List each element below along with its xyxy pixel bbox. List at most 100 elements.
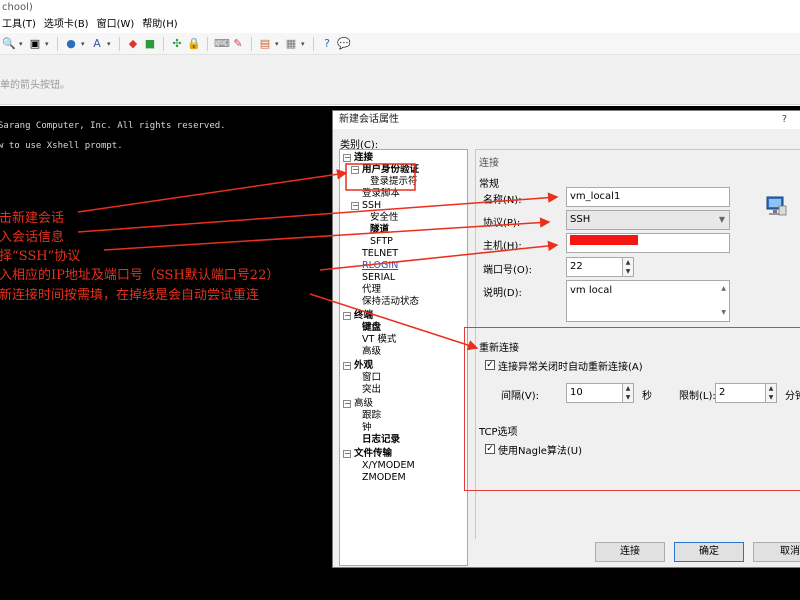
interval-unit: 秒 bbox=[642, 391, 652, 402]
protocol-label: 协议(P): bbox=[483, 218, 521, 229]
tree-item-proxy[interactable]: 代理 bbox=[362, 284, 381, 296]
toolbar: 🔍 ▾ ▣ ▾ ● ▾ A ▾ ◆ ■ ✣ 🔒 ⌨ ✎ ▤ ▾ ▦ ▾ ? 💬 bbox=[0, 33, 800, 55]
keyboard-icon[interactable]: ⌨ bbox=[214, 37, 230, 51]
tree-item-keyboard[interactable]: 键盘 bbox=[362, 322, 381, 334]
scroll-down-icon[interactable]: ▼ bbox=[721, 305, 726, 321]
dialog-titlebar: 新建会话属性 ? bbox=[333, 111, 800, 129]
chevron-down-icon[interactable]: ▾ bbox=[45, 40, 51, 48]
annotation-step-4: 入相应的IP地址及端口号（SSH默认端口号22） bbox=[0, 268, 280, 283]
tree-item-connection[interactable]: 连接 bbox=[354, 152, 373, 164]
chevron-down-icon[interactable]: ▾ bbox=[19, 40, 25, 48]
reconnect-checkbox-label: 连接异常关闭时自动重新连接(A) bbox=[498, 362, 643, 373]
xmanager-icon[interactable]: ■ bbox=[143, 37, 157, 51]
script-icon[interactable]: ▤ bbox=[258, 37, 272, 51]
tree-item-bell[interactable]: 钟 bbox=[362, 422, 372, 434]
limit-unit: 分钟 bbox=[785, 391, 800, 402]
tree-item-file-transfer[interactable]: 文件传输 bbox=[354, 448, 392, 460]
description-textarea[interactable]: vm local ▲ ▼ bbox=[566, 280, 730, 322]
tree-item-rlogin[interactable]: RLOGIN bbox=[362, 260, 398, 272]
toolbar-divider bbox=[163, 36, 164, 51]
toolbar-divider bbox=[119, 36, 120, 51]
limit-stepper[interactable]: ▲ ▼ bbox=[765, 383, 777, 403]
name-label: 名称(N): bbox=[483, 195, 522, 206]
port-input[interactable]: 22 bbox=[566, 257, 624, 277]
tree-item-advanced-2[interactable]: 高级 bbox=[354, 398, 373, 410]
chevron-down-icon[interactable]: ▾ bbox=[275, 40, 281, 48]
tree-item-xymodem[interactable]: X/YMODEM bbox=[362, 460, 415, 472]
collapse-icon[interactable]: − bbox=[343, 362, 351, 370]
computer-icon bbox=[766, 196, 787, 216]
collapse-icon[interactable]: − bbox=[343, 450, 351, 458]
ok-button[interactable]: 确定 bbox=[674, 542, 744, 562]
toolbar-divider bbox=[251, 36, 252, 51]
tree-item-trace[interactable]: 跟踪 bbox=[362, 410, 381, 422]
category-tree[interactable]: − 连接 − 用户身份验证 登录提示符 登录脚本 − SSH 安全性 隧道 SF… bbox=[339, 149, 468, 566]
tree-item-vt-mode[interactable]: VT 模式 bbox=[362, 334, 396, 346]
tree-item-security[interactable]: 安全性 bbox=[370, 212, 399, 224]
help-icon[interactable]: ? bbox=[320, 37, 334, 51]
cancel-button[interactable]: 取消 bbox=[753, 542, 800, 562]
chat-icon[interactable]: 💬 bbox=[337, 37, 351, 51]
annotation-step-2: 入会话信息 bbox=[0, 230, 65, 245]
tree-item-terminal[interactable]: 终端 bbox=[354, 310, 373, 322]
nagle-checkbox[interactable]: ✓ bbox=[485, 444, 495, 454]
search-icon[interactable]: 🔍 bbox=[2, 37, 16, 51]
scroll-up-icon[interactable]: ▲ bbox=[721, 281, 726, 297]
collapse-icon[interactable]: − bbox=[343, 312, 351, 320]
tree-item-window[interactable]: 窗口 bbox=[362, 372, 381, 384]
menu-window[interactable]: 窗口(W) bbox=[95, 16, 141, 33]
window-icon[interactable]: ▣ bbox=[28, 37, 42, 51]
protocol-select[interactable]: SSH ▼ bbox=[566, 210, 730, 230]
chevron-down-icon[interactable]: ▾ bbox=[301, 40, 307, 48]
tree-item-login-prompt[interactable]: 登录提示符 bbox=[370, 176, 418, 188]
protocol-value: SSH bbox=[570, 214, 591, 225]
chevron-down-icon[interactable]: ▾ bbox=[81, 40, 87, 48]
tree-item-sftp[interactable]: SFTP bbox=[370, 236, 393, 248]
lock-icon[interactable]: 🔒 bbox=[187, 37, 201, 51]
menu-tools[interactable]: 工具(T) bbox=[0, 16, 42, 33]
reconnect-checkbox[interactable]: ✓ bbox=[485, 360, 495, 370]
name-input[interactable]: vm_local1 bbox=[566, 187, 730, 207]
collapse-icon[interactable]: − bbox=[343, 400, 351, 408]
interval-label: 间隔(V): bbox=[501, 391, 540, 402]
tree-item-keepalive[interactable]: 保持活动状态 bbox=[362, 296, 419, 308]
xftp-icon[interactable]: ◆ bbox=[126, 37, 140, 51]
tree-item-appearance[interactable]: 外观 bbox=[354, 360, 373, 372]
interval-input[interactable]: 10 bbox=[566, 383, 624, 403]
annotation-step-3: 择“SSH”协议 bbox=[0, 249, 81, 264]
tree-item-advanced[interactable]: 高级 bbox=[362, 346, 381, 358]
collapse-icon[interactable]: − bbox=[351, 202, 359, 210]
font-icon[interactable]: A bbox=[90, 37, 104, 51]
chevron-down-icon[interactable]: ▾ bbox=[107, 40, 113, 48]
tree-item-tunnel[interactable]: 隧道 bbox=[370, 224, 389, 236]
terminal-line: w to use Xshell prompt. bbox=[0, 141, 123, 151]
globe-icon[interactable]: ● bbox=[64, 37, 78, 51]
menu-tabs[interactable]: 选项卡(B) bbox=[42, 16, 95, 33]
help-button[interactable]: ? bbox=[782, 111, 787, 129]
window-title: chool) bbox=[0, 0, 800, 16]
annotation-step-5: 新连接时间按需填，在掉线是会自动尝试重连 bbox=[0, 288, 260, 303]
toolbar-divider bbox=[313, 36, 314, 51]
tree-item-login-script[interactable]: 登录脚本 bbox=[362, 188, 400, 200]
tree-item-logging[interactable]: 日志记录 bbox=[362, 434, 400, 446]
interval-stepper[interactable]: ▲ ▼ bbox=[622, 383, 634, 403]
tree-item-highlight[interactable]: 突出 bbox=[362, 384, 381, 396]
connect-button[interactable]: 连接 bbox=[595, 542, 665, 562]
tree-item-zmodem[interactable]: ZMODEM bbox=[362, 472, 406, 484]
tree-item-ssh[interactable]: SSH bbox=[362, 200, 381, 212]
highlight-icon[interactable]: ✎ bbox=[231, 37, 245, 51]
tree-item-telnet[interactable]: TELNET bbox=[362, 248, 398, 260]
port-stepper[interactable]: ▲ ▼ bbox=[622, 257, 634, 277]
layout-icon[interactable]: ▦ bbox=[284, 37, 298, 51]
tree-item-serial[interactable]: SERIAL bbox=[362, 272, 395, 284]
chevron-down-icon: ▼ bbox=[718, 215, 725, 224]
hint-text: 单的箭头按钮。 bbox=[0, 80, 70, 91]
terminal-line: Sarang Computer, Inc. All rights reserve… bbox=[0, 121, 226, 131]
host-label: 主机(H): bbox=[483, 241, 522, 252]
limit-input[interactable]: 2 bbox=[715, 383, 767, 403]
fullscreen-icon[interactable]: ✣ bbox=[170, 37, 184, 51]
collapse-icon[interactable]: − bbox=[351, 166, 359, 174]
tree-item-user-auth[interactable]: 用户身份验证 bbox=[362, 164, 419, 176]
menu-help[interactable]: 帮助(H) bbox=[140, 16, 183, 33]
collapse-icon[interactable]: − bbox=[343, 154, 351, 162]
